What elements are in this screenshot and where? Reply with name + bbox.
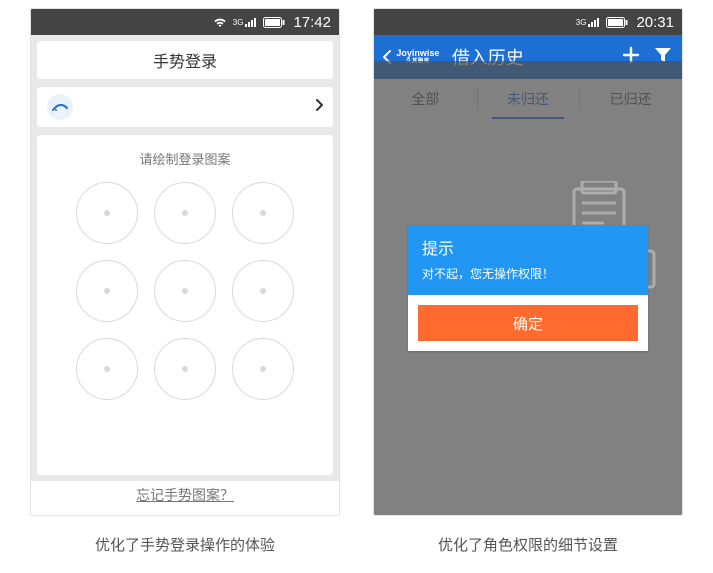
tab-unreturned[interactable]: 未归还 <box>477 79 580 119</box>
add-button[interactable] <box>622 46 640 69</box>
pattern-dot[interactable] <box>154 260 216 322</box>
pattern-dot[interactable] <box>76 260 138 322</box>
app-header: Joyinwise 久其融资 借入历史 <box>374 35 682 79</box>
back-button[interactable]: Joyinwise 久其融资 <box>382 49 442 65</box>
status-bar: 3G 17:42 <box>31 9 339 35</box>
forgot-pattern-link[interactable]: 忘记手势图案？ <box>31 481 339 515</box>
status-time: 20:31 <box>636 14 674 31</box>
signal-label: 3G <box>233 18 244 27</box>
signal-label: 3G <box>576 18 587 27</box>
brand-name: Joyinwise <box>396 49 439 59</box>
wifi-icon <box>213 17 227 28</box>
caption-right: 优化了角色权限的细节设置 <box>373 534 683 555</box>
tab-bar: 全部 未归还 已归还 <box>374 79 682 119</box>
tab-returned[interactable]: 已归还 <box>579 79 682 119</box>
brand-subtitle: 久其融资 <box>396 59 439 64</box>
pattern-grid[interactable] <box>76 182 294 400</box>
signal-icon: 3G <box>233 17 258 27</box>
tab-label: 全部 <box>411 89 439 109</box>
tab-label: 未归还 <box>507 89 549 109</box>
tab-label: 已归还 <box>610 89 652 109</box>
app-logo-icon <box>47 94 73 120</box>
header-title: 借入历史 <box>448 44 616 70</box>
signal-icon: 3G <box>576 17 601 27</box>
pattern-dot[interactable] <box>232 338 294 400</box>
forgot-pattern-text: 忘记手势图案？ <box>136 487 234 503</box>
brand-logo: Joyinwise 久其融资 <box>396 50 439 64</box>
filter-button[interactable] <box>654 47 672 68</box>
status-time: 17:42 <box>293 14 331 31</box>
caption-left: 优化了手势登录操作的体验 <box>30 534 340 555</box>
pattern-dot[interactable] <box>232 182 294 244</box>
pattern-dot[interactable] <box>76 182 138 244</box>
pattern-dot[interactable] <box>232 260 294 322</box>
account-row[interactable] <box>37 87 333 127</box>
pattern-dot[interactable] <box>76 338 138 400</box>
page-title: 手势登录 <box>37 41 333 79</box>
pattern-panel: 请绘制登录图案 <box>37 135 333 475</box>
battery-icon <box>263 17 285 28</box>
content-area <box>374 119 682 515</box>
pattern-dot[interactable] <box>154 338 216 400</box>
pattern-dot[interactable] <box>154 182 216 244</box>
phone-borrow-history: 3G 20:31 Joyinwise 久其融资 借入历史 <box>373 8 683 516</box>
phone-gesture-login: 3G 17:42 手势登录 请绘制登录图案 <box>30 8 340 516</box>
tab-all[interactable]: 全部 <box>374 79 477 119</box>
chevron-right-icon <box>315 98 323 116</box>
battery-icon <box>606 17 628 28</box>
pattern-hint: 请绘制登录图案 <box>139 149 230 168</box>
page-title-text: 手势登录 <box>153 48 217 72</box>
status-bar: 3G 20:31 <box>374 9 682 35</box>
